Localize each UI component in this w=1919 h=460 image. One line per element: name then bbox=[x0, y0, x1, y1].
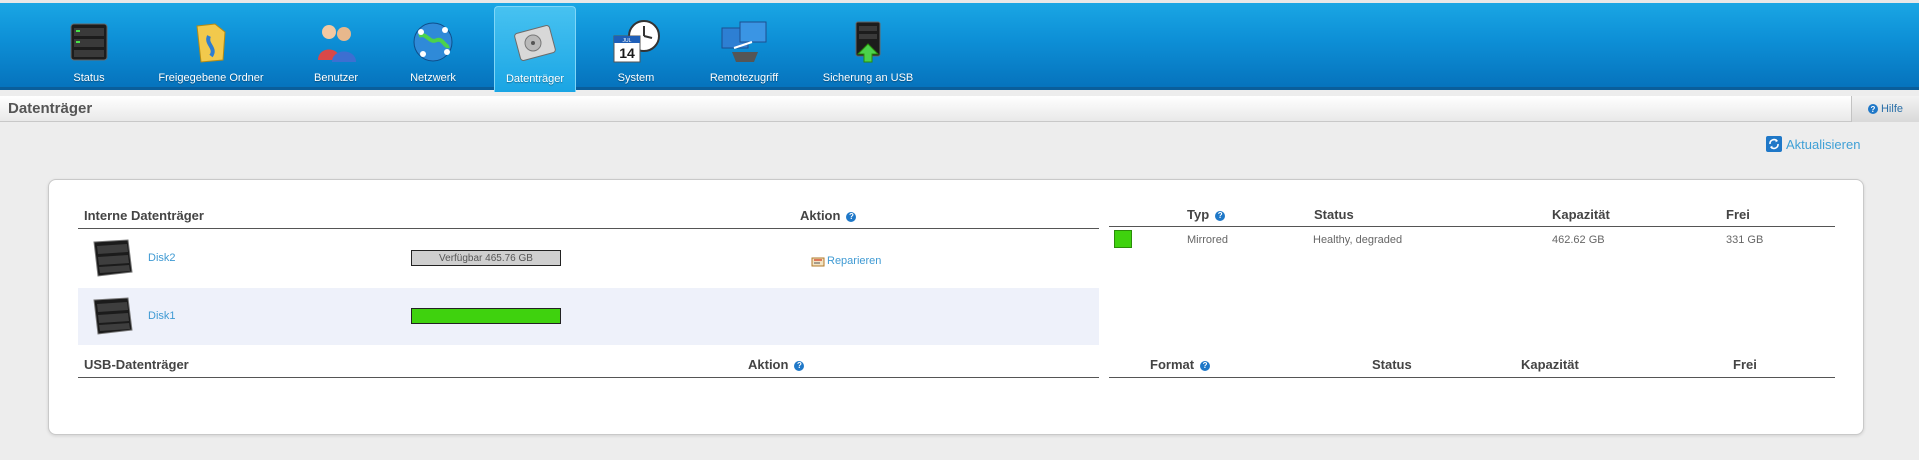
nav-label: Sicherung an USB bbox=[822, 72, 914, 84]
help-button[interactable]: ? Hilfe bbox=[1851, 96, 1919, 122]
disk-icon bbox=[88, 236, 136, 278]
usb-disks-header: USB-Datenträger bbox=[84, 357, 189, 372]
disk-link[interactable]: Disk2 bbox=[148, 252, 176, 264]
volume-free: 331 GB bbox=[1726, 234, 1764, 246]
shared-folder-icon bbox=[183, 14, 239, 70]
usb-action-header-label: Aktion bbox=[748, 357, 789, 372]
format-help-icon[interactable]: ? bbox=[1200, 360, 1211, 371]
repair-label: Reparieren bbox=[827, 255, 882, 267]
refresh-icon bbox=[1766, 136, 1782, 152]
volume-status-indicator bbox=[1114, 230, 1132, 248]
action-header-label: Aktion bbox=[800, 208, 841, 223]
internal-header-divider bbox=[78, 228, 1099, 229]
nav-label: Benutzer bbox=[313, 72, 359, 84]
network-globe-icon bbox=[405, 14, 461, 70]
repair-action[interactable]: Reparieren bbox=[811, 255, 881, 267]
page-title: Datenträger bbox=[8, 100, 93, 117]
table-row bbox=[78, 288, 1099, 345]
calendar-month: JUL bbox=[623, 38, 632, 44]
users-icon bbox=[308, 14, 364, 70]
nav-disks[interactable]: Datenträger bbox=[494, 6, 576, 92]
usb-status-header: Status bbox=[1372, 357, 1412, 372]
format-header: Format? bbox=[1150, 357, 1213, 372]
hard-disk-icon bbox=[507, 15, 563, 71]
usb-header-divider bbox=[78, 377, 1099, 378]
help-label: Hilfe bbox=[1880, 103, 1903, 115]
usb-backup-icon bbox=[840, 14, 896, 70]
internal-action-header: Aktion? bbox=[800, 208, 859, 223]
volume-type: Mirrored bbox=[1187, 234, 1228, 246]
internal-disks-header: Interne Datenträger bbox=[84, 208, 204, 223]
repair-icon bbox=[811, 255, 825, 267]
remote-access-icon bbox=[716, 14, 772, 70]
action-help-icon[interactable]: ? bbox=[846, 211, 857, 222]
type-header: Typ? bbox=[1187, 207, 1228, 222]
status-header: Status bbox=[1314, 207, 1354, 222]
nav-label: Remotezugriff bbox=[709, 72, 779, 84]
nav-label: Freigegebene Ordner bbox=[158, 72, 264, 84]
type-header-label: Typ bbox=[1187, 207, 1210, 222]
nav-system[interactable]: JUL 14 System bbox=[600, 6, 672, 90]
refresh-button[interactable]: Aktualisieren bbox=[1766, 136, 1860, 152]
nav-remote-access[interactable]: Remotezugriff bbox=[700, 6, 788, 90]
calendar-day: 14 bbox=[619, 45, 635, 61]
usb-free-header: Frei bbox=[1733, 357, 1757, 372]
usb-action-help-icon[interactable]: ? bbox=[794, 360, 805, 371]
nav-label: Status bbox=[73, 72, 105, 84]
refresh-label: Aktualisieren bbox=[1786, 136, 1861, 152]
nav-status[interactable]: Status bbox=[50, 6, 128, 90]
main-navigation: Status Freigegebene Ordner Benutzer Netz… bbox=[0, 0, 1919, 92]
usb-capacity-header: Kapazität bbox=[1521, 357, 1579, 372]
nav-usb-backup[interactable]: Sicherung an USB bbox=[818, 6, 918, 90]
format-header-label: Format bbox=[1150, 357, 1195, 372]
disk-link[interactable]: Disk1 bbox=[148, 310, 176, 322]
disk-availability-bar: Verfügbar 465.76 GB bbox=[411, 250, 561, 266]
volume-status: Healthy, degraded bbox=[1313, 234, 1403, 246]
type-help-icon[interactable]: ? bbox=[1215, 210, 1226, 221]
calendar-clock-icon: JUL 14 bbox=[608, 14, 664, 70]
usb-action-header: Aktion? bbox=[748, 357, 807, 372]
nav-network[interactable]: Netzwerk bbox=[398, 6, 468, 90]
help-icon: ? bbox=[1867, 104, 1878, 114]
disk-icon bbox=[88, 294, 136, 336]
nav-shared-folders[interactable]: Freigegebene Ordner bbox=[155, 6, 267, 90]
usb-volume-header-divider bbox=[1109, 377, 1835, 378]
nav-label: Datenträger bbox=[505, 73, 565, 85]
capacity-header: Kapazität bbox=[1552, 207, 1610, 222]
nav-label: Netzwerk bbox=[410, 72, 456, 84]
volume-capacity: 462.62 GB bbox=[1552, 234, 1605, 246]
status-server-icon bbox=[61, 14, 117, 70]
page-header: Datenträger ? Hilfe bbox=[0, 96, 1919, 122]
volume-header-divider bbox=[1109, 226, 1835, 227]
nav-label: System bbox=[617, 72, 655, 84]
free-header: Frei bbox=[1726, 207, 1750, 222]
disk-health-bar bbox=[411, 308, 561, 324]
nav-users[interactable]: Benutzer bbox=[300, 6, 372, 90]
